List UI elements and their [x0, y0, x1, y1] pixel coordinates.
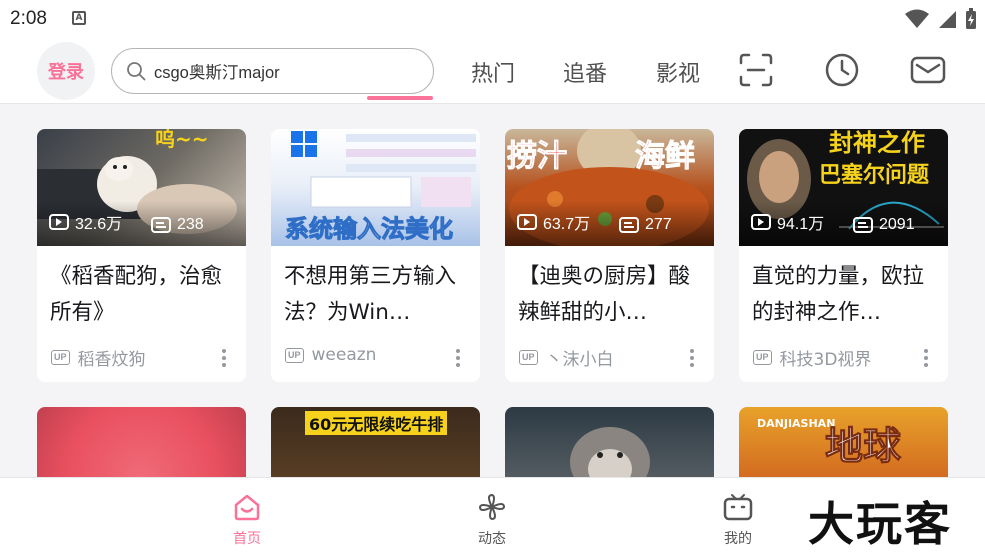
video-card-6[interactable]: 60元无限续吃牛排 [271, 407, 480, 487]
search-input[interactable]: csgo奥斯汀major [111, 48, 434, 94]
video-card-8[interactable]: DANJIASHAN 地球 [739, 407, 948, 487]
uploader-name: 丶沫小白 [545, 350, 614, 370]
video-title: 【迪奥の厨房】酸辣鲜甜的小… [518, 264, 691, 325]
more-options-icon[interactable] [456, 349, 460, 370]
video-card-2[interactable]: 系统输入法美化 不想用第三方输入法？为Win… UP weeazn [271, 129, 480, 382]
video-thumbnail: 60元无限续吃牛排 [271, 407, 480, 487]
video-thumbnail [37, 407, 246, 487]
up-badge: UP [51, 350, 70, 365]
view-count: 94.1万 [751, 210, 824, 234]
video-thumbnail [505, 407, 714, 487]
thumb-caption-right: 海鲜 [635, 139, 696, 175]
battery-icon [966, 8, 976, 29]
video-card-4[interactable]: 封神之作 巴塞尔问题 94.1万 2091 直觉的力量，欧拉的封神之作… UP … [739, 129, 948, 382]
uploader-name: 科技3D视界 [779, 350, 872, 370]
up-badge: UP [519, 350, 538, 365]
danmaku-count: 238 [151, 216, 204, 234]
history-icon[interactable] [824, 52, 860, 88]
fan-icon [478, 493, 506, 521]
nav-home[interactable]: 首页 [217, 492, 277, 548]
nav-mine[interactable]: 我的 [708, 492, 768, 548]
nav-dynamic-label: 动态 [478, 531, 506, 547]
tab-movies[interactable]: 影视 [656, 56, 700, 88]
search-icon [127, 62, 146, 81]
signal-icon [939, 11, 956, 28]
video-thumbnail: DANJIASHAN 地球 [739, 407, 948, 487]
danmaku-icon [853, 217, 873, 233]
danmaku-icon [619, 217, 639, 233]
video-title: 不想用第三方输入法？为Win… [284, 264, 457, 325]
nav-dynamic[interactable]: 动态 [462, 492, 522, 548]
watermark-logo: 大玩客 [808, 497, 952, 551]
home-icon [234, 494, 260, 521]
uploader-name: weeazn [311, 345, 377, 365]
uploader-name: 稻香炆狗 [77, 350, 146, 370]
danmaku-count: 2091 [853, 216, 915, 234]
more-options-icon[interactable] [924, 349, 928, 370]
more-options-icon[interactable] [690, 349, 694, 370]
play-count-icon [751, 214, 771, 230]
video-thumbnail: 封神之作 巴塞尔问题 94.1万 2091 [739, 129, 948, 246]
wifi-icon [905, 9, 929, 28]
status-time: 2:08 [10, 8, 47, 29]
status-bar: 2:08 A [0, 0, 985, 38]
login-avatar-button[interactable]: 登录 [37, 42, 95, 100]
video-thumbnail: 捞汁 海鲜 63.7万 277 [505, 129, 714, 246]
play-count-icon [49, 214, 69, 230]
danmaku-count: 277 [619, 216, 672, 234]
thumb-caption-bottom: 巴塞尔问题 [819, 163, 930, 188]
status-icons [905, 8, 977, 30]
video-card-1[interactable]: 呜~~ 32.6万 238 《稻香配狗，治愈所有》 UP 稻香炆狗 [37, 129, 246, 382]
view-count: 32.6万 [49, 210, 122, 234]
video-card-7[interactable] [505, 407, 714, 487]
thumb-caption: 呜~~ [155, 129, 209, 151]
video-thumbnail: 系统输入法美化 [271, 129, 480, 246]
more-options-icon[interactable] [222, 349, 226, 370]
play-count-icon [517, 214, 537, 230]
uploader-row[interactable]: UP weeazn [285, 345, 376, 365]
wolf-image [570, 427, 650, 487]
thumb-sub: DANJIASHAN [757, 417, 836, 430]
nav-mine-label: 我的 [724, 531, 752, 547]
danmaku-icon [151, 217, 171, 233]
video-title: 《稻香配狗，治愈所有》 [50, 264, 223, 325]
uploader-row[interactable]: UP 丶沫小白 [519, 345, 614, 370]
video-title: 直觉的力量，欧拉的封神之作… [752, 264, 925, 325]
nav-home-label: 首页 [233, 531, 261, 547]
up-badge: UP [753, 350, 772, 365]
tab-hot[interactable]: 热门 [471, 56, 515, 88]
top-header: 登录 csgo奥斯汀major 热门 追番 影视 [0, 38, 985, 104]
scan-icon[interactable] [738, 52, 774, 88]
thumb-caption: 系统输入法美化 [285, 215, 454, 244]
thumb-caption-top: 封神之作 [829, 129, 925, 157]
uploader-row[interactable]: UP 科技3D视界 [753, 345, 871, 370]
tv-icon [723, 494, 753, 521]
uploader-row[interactable]: UP 稻香炆狗 [51, 345, 146, 370]
up-badge: UP [285, 347, 304, 363]
search-underline [367, 96, 433, 100]
thumb-caption-left: 捞汁 [507, 139, 568, 175]
video-card-5[interactable] [37, 407, 246, 487]
thumb-caption: 地球 [824, 424, 902, 469]
video-card-3[interactable]: 捞汁 海鲜 63.7万 277 【迪奥の厨房】酸辣鲜甜的小… UP 丶沫小白 [505, 129, 714, 382]
notification-icon: A [72, 11, 86, 25]
view-count: 63.7万 [517, 210, 590, 234]
thumb-caption: 60元无限续吃牛排 [305, 411, 448, 435]
video-thumbnail: 呜~~ 32.6万 238 [37, 129, 246, 246]
search-query: csgo奥斯汀major [154, 64, 280, 82]
mail-icon[interactable] [910, 52, 946, 88]
tab-anime[interactable]: 追番 [563, 56, 607, 88]
